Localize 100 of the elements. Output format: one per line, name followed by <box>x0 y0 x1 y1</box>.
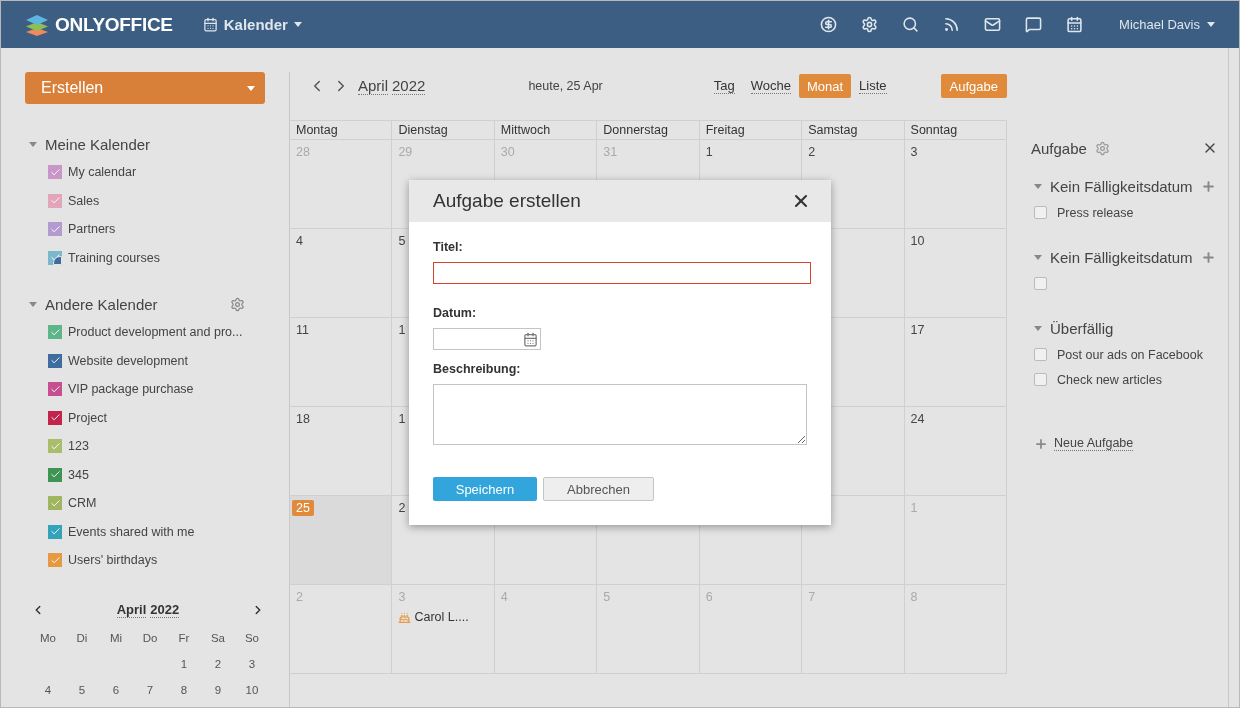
task-checkbox[interactable] <box>1034 373 1047 386</box>
dollar-icon[interactable] <box>820 16 838 33</box>
view-tab[interactable]: Liste <box>851 74 895 98</box>
view-tab[interactable]: Tag <box>705 74 743 98</box>
calendar-name[interactable]: Website development <box>68 353 188 368</box>
collapse-icon[interactable] <box>1034 254 1042 260</box>
calendar-name[interactable]: Training courses <box>68 250 160 265</box>
task-checkbox[interactable] <box>1034 277 1047 290</box>
day-number: 18 <box>296 412 310 426</box>
day-number: 2 <box>808 145 816 159</box>
settings-icon[interactable] <box>861 16 879 33</box>
settings-icon[interactable] <box>230 296 245 312</box>
calendar-name[interactable]: Product development and pro... <box>68 325 243 340</box>
section-title: Meine Kalender <box>45 135 151 153</box>
day-number: 5 <box>398 234 406 248</box>
calendar-icon[interactable] <box>523 331 538 347</box>
calendar-name[interactable]: Events shared with me <box>68 524 195 539</box>
day-cell[interactable]: 17 <box>904 318 1007 407</box>
day-number: 8 <box>910 590 918 604</box>
calendar-name[interactable]: My calendar <box>68 165 137 180</box>
calendar-checkbox[interactable] <box>48 353 62 368</box>
day-cell[interactable]: 3 Carol L.... <box>392 585 495 674</box>
calendar-checkbox[interactable] <box>48 439 62 454</box>
field-label: Beschreibung: <box>433 362 522 376</box>
calendar-icon[interactable] <box>1066 16 1084 33</box>
collapse-icon[interactable] <box>29 301 37 307</box>
calendar-name[interactable]: Users' birthdays <box>68 553 158 568</box>
calendar-checkbox[interactable] <box>48 250 62 265</box>
day-cell[interactable]: 4 <box>290 229 393 318</box>
task-checkbox[interactable] <box>1034 348 1047 361</box>
date-link[interactable]: 9 <box>201 677 235 703</box>
calendar-name[interactable]: 123 <box>68 439 89 454</box>
task-name[interactable]: Post our ads on Facebook <box>1057 347 1203 362</box>
event-item[interactable]: Carol L.... <box>398 610 494 624</box>
weekday-label: Fr <box>177 631 191 646</box>
calendar-icon <box>202 17 218 32</box>
date-link[interactable]: 1 <box>167 651 201 677</box>
feed-icon[interactable] <box>943 16 961 33</box>
collapse-icon[interactable] <box>1034 325 1042 331</box>
date-link[interactable]: 2 <box>201 651 235 677</box>
date-link[interactable]: 3 <box>235 651 269 677</box>
task-checkbox[interactable] <box>1034 206 1047 219</box>
calendar-checkbox[interactable] <box>48 325 62 340</box>
calendar-name[interactable]: VIP package purchase <box>68 382 194 397</box>
calendar-name[interactable]: 345 <box>68 467 89 482</box>
cancel-button[interactable]: Abbrechen <box>543 477 654 501</box>
date-link[interactable]: 4 <box>31 677 65 703</box>
calendar-checkbox[interactable] <box>48 222 62 237</box>
chat-icon[interactable] <box>1025 16 1043 33</box>
layers-logo-icon <box>25 12 49 37</box>
day-cell[interactable]: 10 <box>904 229 1007 318</box>
add-icon <box>1034 436 1048 451</box>
weekday-label: Mi <box>108 631 124 646</box>
day-number: 1 <box>705 145 713 159</box>
task-name[interactable]: Press release <box>1057 205 1134 220</box>
year-label[interactable]: 2022 <box>150 602 180 618</box>
new-task-link[interactable]: Neue Aufgabe <box>1054 436 1134 451</box>
weekday-header: Dienstag <box>392 121 495 140</box>
day-cell[interactable]: 24 <box>904 407 1007 496</box>
day-cell[interactable]: 3 <box>904 140 1007 229</box>
view-tab[interactable]: Woche <box>742 74 799 98</box>
date-link[interactable]: 10 <box>235 677 269 703</box>
date-link[interactable]: 5 <box>65 677 99 703</box>
search-icon[interactable] <box>902 16 920 33</box>
module-menu[interactable]: Kalender <box>202 16 302 33</box>
date-input[interactable] <box>433 328 541 350</box>
calendar-checkbox[interactable] <box>48 165 62 180</box>
day-number: 2 <box>296 590 303 604</box>
date-link[interactable]: 7 <box>133 677 167 703</box>
calendar-checkbox[interactable] <box>48 553 62 568</box>
mail-icon[interactable] <box>984 16 1002 33</box>
date-link[interactable]: 8 <box>167 677 201 703</box>
title-input[interactable] <box>433 262 811 284</box>
calendar-checkbox[interactable] <box>48 467 62 482</box>
weekday-label: So <box>243 631 261 646</box>
today-label[interactable]: heute, 25 Apr <box>528 79 603 93</box>
month-label[interactable]: April <box>116 602 147 618</box>
calendar-checkbox[interactable] <box>48 524 62 539</box>
weekday-header: Donnerstag <box>597 121 700 140</box>
date-link[interactable]: 6 <box>99 677 133 703</box>
calendar-checkbox[interactable] <box>48 410 62 425</box>
day-number: 3 <box>398 590 406 604</box>
day-cell[interactable]: 11 <box>290 318 393 407</box>
calendar-checkbox[interactable] <box>48 382 62 397</box>
calendar-checkbox[interactable] <box>48 193 62 208</box>
collapse-icon[interactable] <box>1034 183 1042 189</box>
task-name[interactable]: Check new articles <box>1057 372 1162 387</box>
calendar-name[interactable]: Sales <box>68 193 100 208</box>
weekday-label: Mo <box>39 631 57 646</box>
collapse-icon[interactable] <box>29 141 37 147</box>
calendar-name[interactable]: Project <box>68 410 107 425</box>
add-icon[interactable] <box>1201 249 1216 265</box>
user-menu[interactable]: Michael Davis <box>1119 17 1215 32</box>
description-input[interactable] <box>433 384 807 445</box>
month-label[interactable]: April <box>358 77 388 95</box>
calendar-name[interactable]: Partners <box>68 222 116 237</box>
year-label[interactable]: 2022 <box>392 77 426 95</box>
calendar-name[interactable]: CRM <box>68 496 97 511</box>
calendar-checkbox[interactable] <box>48 496 62 511</box>
add-icon[interactable] <box>1201 178 1216 194</box>
